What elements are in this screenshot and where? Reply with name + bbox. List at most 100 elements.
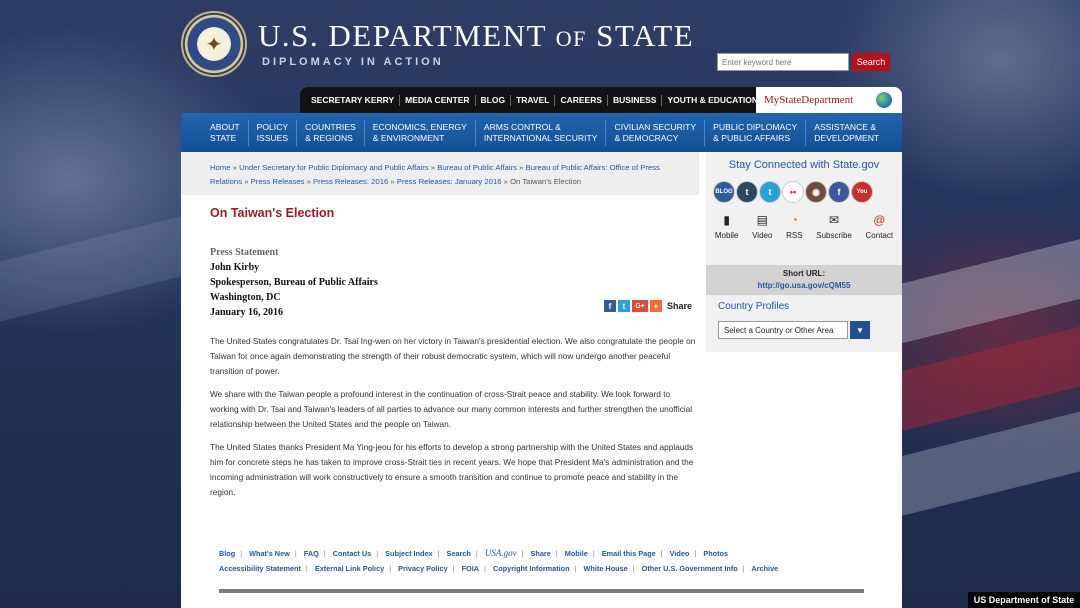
breadcrumb-link[interactable]: Under Secretary for Public Diplomacy and… bbox=[239, 163, 429, 172]
footer-link-video[interactable]: Video bbox=[670, 549, 690, 558]
twitter-icon[interactable]: t bbox=[759, 181, 781, 203]
breadcrumb-link[interactable]: Press Releases: 2016 bbox=[313, 177, 388, 186]
social-icons: BLOG t t •• ◉ f You bbox=[713, 181, 874, 203]
connect-label: Mobile bbox=[714, 231, 739, 240]
country-profiles-title: Country Profiles bbox=[718, 301, 790, 312]
breadcrumb: Home » Under Secretary for Public Diplom… bbox=[181, 152, 699, 195]
mystate-label: MyStateDepartment bbox=[764, 94, 854, 106]
site-title[interactable]: U.S. DEPARTMENT OF STATE bbox=[258, 18, 694, 54]
state-department-seal-logo[interactable]: ✦ bbox=[181, 11, 247, 77]
footer-link-accessibility[interactable]: Accessibility Statement bbox=[219, 564, 301, 573]
footer-divider bbox=[219, 589, 864, 593]
mainnav-policy-issues[interactable]: POLICY ISSUES bbox=[249, 119, 298, 146]
image-credit: US Department of State bbox=[968, 592, 1080, 608]
topnav-travel[interactable]: TRAVEL bbox=[511, 94, 556, 106]
flickr-icon[interactable]: •• bbox=[782, 181, 804, 203]
article-paragraph: We share with the Taiwan people a profou… bbox=[210, 389, 693, 429]
breadcrumb-link[interactable]: Press Releases bbox=[251, 177, 305, 186]
connect-subscribe[interactable]: ✉ Subscribe bbox=[816, 212, 852, 240]
topnav-business[interactable]: BUSINESS bbox=[608, 94, 663, 106]
footer-link-external-link-policy[interactable]: External Link Policy bbox=[315, 564, 384, 573]
footer-link-white-house[interactable]: White House bbox=[584, 564, 628, 573]
footer-link-foia[interactable]: FOIA bbox=[462, 564, 479, 573]
stay-connected-title: Stay Connected with State.gov bbox=[728, 159, 880, 171]
footer-link-copyright[interactable]: Copyright Information bbox=[493, 564, 570, 573]
footer-link-search[interactable]: Search bbox=[447, 549, 471, 558]
addthis-share-icon[interactable]: + bbox=[650, 300, 662, 312]
instagram-icon[interactable]: ◉ bbox=[805, 181, 827, 203]
chevron-down-icon[interactable]: ▼ bbox=[850, 321, 870, 339]
footer-link-mobile[interactable]: Mobile bbox=[565, 549, 588, 558]
mainnav-economics[interactable]: ECONOMICS, ENERGY & ENVIRONMENT bbox=[365, 119, 476, 146]
connect-label: Video bbox=[752, 231, 773, 240]
youtube-icon[interactable]: You bbox=[851, 181, 873, 203]
footer-link-other-gov-info[interactable]: Other U.S. Government Info bbox=[642, 564, 738, 573]
breadcrumb-link[interactable]: Home bbox=[210, 163, 231, 172]
article-paragraph: The United States congratulates Dr. Tsai… bbox=[210, 336, 696, 376]
footer-link-subject-index[interactable]: Subject Index bbox=[385, 549, 432, 558]
share-label[interactable]: Share bbox=[667, 301, 692, 311]
footer-link-privacy-policy[interactable]: Privacy Policy bbox=[398, 564, 448, 573]
article-date: January 16, 2016 bbox=[210, 307, 284, 318]
author-name: John Kirby bbox=[210, 262, 260, 273]
connect-label: Subscribe bbox=[816, 231, 852, 240]
usa-gov-logo[interactable]: USA.gov bbox=[485, 548, 517, 558]
mainnav-arms-control[interactable]: ARMS CONTROL & INTERNATIONAL SECURITY bbox=[476, 119, 607, 146]
footer-link-share[interactable]: Share bbox=[531, 549, 551, 558]
connect-links: ▮ Mobile ▤ Video ◔ RSS ✉ Subscribe @ Contact bbox=[706, 212, 902, 240]
tumblr-icon[interactable]: t bbox=[736, 181, 758, 203]
footer-link-archive[interactable]: Archive bbox=[751, 564, 778, 573]
blog-icon[interactable]: BLOG bbox=[713, 181, 735, 203]
country-select[interactable]: Select a Country or Other Area bbox=[718, 321, 848, 339]
short-url-link[interactable]: http://go.usa.gov/cQM55 bbox=[706, 280, 902, 292]
topnav-careers[interactable]: CAREERS bbox=[555, 94, 609, 106]
connect-video[interactable]: ▤ Video bbox=[752, 212, 772, 240]
subscribe-icon: ✉ bbox=[829, 213, 840, 227]
topnav-secretary-kerry[interactable]: SECRETARY KERRY bbox=[306, 94, 401, 106]
page-title: On Taiwan's Election bbox=[210, 206, 335, 220]
top-navigation: SECRETARY KERRY MEDIA CENTER BLOG TRAVEL… bbox=[300, 87, 758, 113]
search-button[interactable]: Search bbox=[852, 53, 890, 71]
share-bar: f t G+ + Share bbox=[604, 300, 692, 312]
connect-contact[interactable]: @ Contact bbox=[866, 212, 894, 240]
google-plus-share-icon[interactable]: G+ bbox=[632, 300, 648, 312]
twitter-share-icon[interactable]: t bbox=[618, 300, 630, 312]
footer-link-email-page[interactable]: Email this Page bbox=[602, 549, 656, 558]
contact-icon: @ bbox=[873, 213, 886, 227]
article-body: The United States congratulates Dr. Tsai… bbox=[210, 334, 698, 508]
globe-icon bbox=[876, 92, 892, 108]
article-paragraph: The United States thanks President Ma Yi… bbox=[210, 442, 694, 497]
mainnav-assistance[interactable]: ASSISTANCE & DEVELOPMENT bbox=[806, 120, 887, 146]
dateline-place: Washington, DC bbox=[210, 292, 281, 303]
mainnav-countries-regions[interactable]: COUNTRIES & REGIONS bbox=[297, 119, 365, 146]
mainnav-civilian-security[interactable]: CIVILIAN SECURITY & DEMOCRACY bbox=[606, 119, 706, 146]
mainnav-public-diplomacy[interactable]: PUBLIC DIPLOMACY & PUBLIC AFFAIRS bbox=[705, 119, 807, 146]
author-role: Spokesperson, Bureau of Public Affairs bbox=[210, 277, 378, 288]
connect-mobile[interactable]: ▮ Mobile bbox=[715, 212, 739, 240]
facebook-share-icon[interactable]: f bbox=[604, 300, 616, 312]
connect-label: Contact bbox=[865, 231, 894, 240]
facebook-icon[interactable]: f bbox=[828, 181, 850, 203]
footer-link-contact-us[interactable]: Contact Us bbox=[333, 549, 372, 558]
topnav-blog[interactable]: BLOG bbox=[476, 94, 512, 106]
footer-link-whats-new[interactable]: What's New bbox=[249, 549, 290, 558]
breadcrumb-link[interactable]: Press Releases: January 2016 bbox=[397, 177, 502, 186]
article-meta: Press Statement John Kirby Spokesperson,… bbox=[210, 245, 378, 320]
footer-links: Blog | What's New | FAQ | Contact Us | Subje… bbox=[219, 548, 779, 573]
topnav-youth-education[interactable]: YOUTH & EDUCATION bbox=[662, 95, 763, 106]
mystate-department-link[interactable]: MyStateDepartment bbox=[756, 87, 902, 113]
footer-link-blog[interactable]: Blog bbox=[219, 549, 235, 558]
footer-link-faq[interactable]: FAQ bbox=[304, 549, 319, 558]
connect-label: RSS bbox=[786, 231, 803, 240]
mainnav-about-state[interactable]: ABOUT STATE bbox=[202, 119, 249, 146]
statement-type: Press Statement bbox=[210, 247, 279, 258]
footer-link-photos[interactable]: Photos bbox=[703, 549, 728, 558]
search-input[interactable] bbox=[717, 53, 849, 71]
mobile-icon: ▮ bbox=[723, 213, 730, 227]
connect-rss[interactable]: ◔ RSS bbox=[786, 212, 802, 240]
video-icon: ▤ bbox=[756, 213, 768, 227]
breadcrumb-link[interactable]: Bureau of Public Affairs bbox=[437, 163, 517, 172]
main-navigation: ABOUT STATE POLICY ISSUES COUNTRIES & RE… bbox=[181, 113, 902, 152]
topnav-media-center[interactable]: MEDIA CENTER bbox=[400, 94, 476, 106]
breadcrumb-current: On Taiwan's Election bbox=[510, 177, 582, 186]
